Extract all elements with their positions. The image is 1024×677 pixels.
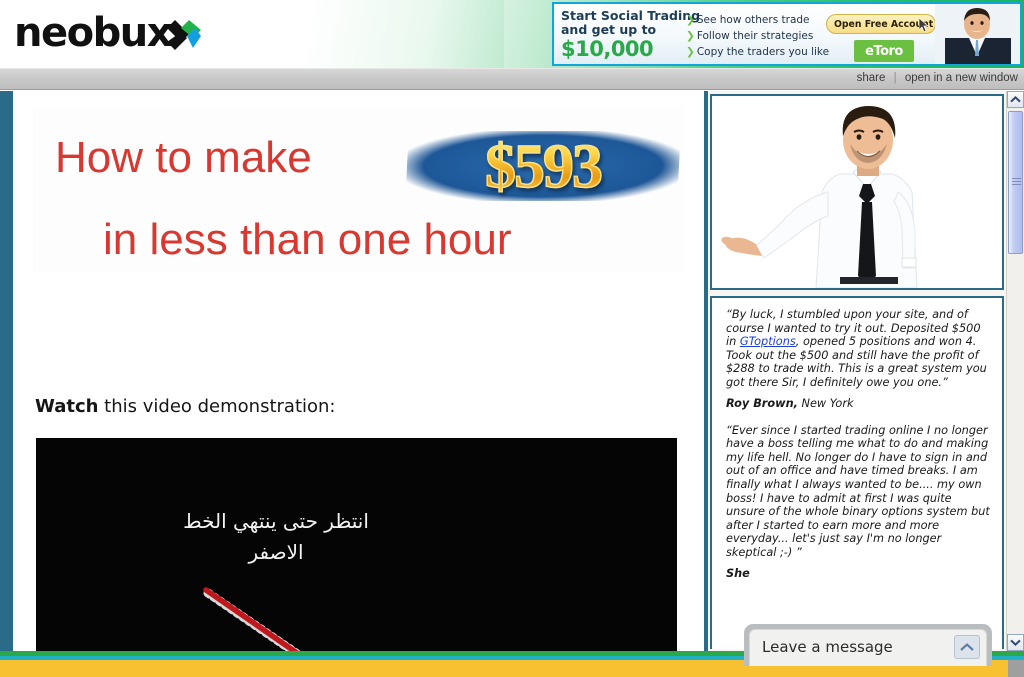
video-player[interactable]: انتظر حتى ينتهي الخط الاصفر [36, 438, 677, 677]
banner-bullet: ❯ Follow their strategies [686, 28, 834, 44]
chevron-right-icon: ❯ [686, 46, 695, 58]
share-link[interactable]: share [857, 72, 886, 84]
testimonials-frame: “By luck, I stumbled upon your site, and… [710, 296, 1004, 649]
chat-widget-bar[interactable]: Leave a message [749, 629, 987, 666]
scrollbar-thumb[interactable] [1008, 111, 1023, 254]
hero-image-frame [710, 94, 1004, 290]
page-root: neobux Start Social Trading and get up t… [0, 0, 1024, 677]
chat-widget[interactable]: Leave a message [744, 624, 992, 666]
banner-bullet: ❯ See how others trade [686, 12, 834, 28]
banner-bullet-label: Copy the traders you like [696, 46, 830, 58]
vertical-scrollbar[interactable] [1006, 91, 1024, 651]
open-free-account-button[interactable]: Open Free Account [826, 14, 936, 34]
banner-bullet-label: See how others trade [696, 14, 810, 26]
chevron-up-icon [960, 642, 974, 651]
bottom-right-corner [1008, 660, 1024, 677]
scroll-down-button[interactable] [1007, 634, 1024, 651]
share-separator: | [893, 72, 897, 84]
chevron-right-icon: ❯ [686, 30, 695, 42]
author-name: Roy Brown, [726, 396, 798, 410]
share-links: share | open in a new window [857, 72, 1018, 84]
testimonial-author: She [726, 567, 990, 581]
share-toolbar: share | open in a new window [0, 68, 1024, 90]
sidebar-column: “By luck, I stumbled upon your site, and… [708, 91, 1006, 651]
main-content-column: How to make $593 in less than one hour W… [13, 91, 704, 677]
mouse-cursor-icon [919, 18, 929, 32]
author-name: She [726, 566, 750, 580]
banner-bullet-label: Follow their strategies [696, 30, 814, 42]
banner-model-photo [935, 4, 1020, 64]
watch-bold-word: Watch [35, 396, 99, 417]
testimonial-author: Roy Brown, New York [726, 397, 990, 411]
testimonial-list: “By luck, I stumbled upon your site, and… [712, 298, 1002, 581]
headline-block: How to make $593 in less than one hour [33, 107, 683, 272]
watch-rest-text: this video demonstration: [98, 396, 336, 417]
headline-line-1: How to make [55, 133, 312, 182]
banner-headline: Start Social Trading and get up to [561, 8, 701, 37]
headline-amount-graphic: $593 [401, 121, 686, 211]
chevron-up-icon [1010, 96, 1021, 103]
etoro-logo: eToro [854, 40, 914, 62]
neobux-logo[interactable]: neobux [14, 11, 173, 55]
chat-label: Leave a message [762, 638, 893, 656]
scroll-up-button[interactable] [1007, 91, 1024, 108]
grip-lines-icon [1012, 178, 1021, 185]
neobux-x-icon [167, 20, 201, 50]
banner-amount: $10,000 [561, 37, 654, 61]
testimonial-quote: “Ever since I started trading online I n… [726, 423, 990, 559]
headline-line-2: in less than one hour [103, 215, 512, 264]
headline-amount-text: $593 [413, 125, 673, 209]
watch-instruction: Watch this video demonstration: [35, 396, 336, 417]
presenting-businessman-photo [712, 96, 1002, 288]
red-arrow-down-right-icon [203, 587, 340, 677]
banner-bullet: ❯ Copy the traders you like [686, 44, 834, 60]
page-body: How to make $593 in less than one hour W… [0, 91, 1024, 677]
open-new-window-link[interactable]: open in a new window [905, 72, 1018, 84]
testimonial-quote: “By luck, I stumbled upon your site, and… [726, 308, 990, 390]
banner-bullet-list: ❯ See how others trade ❯ Follow their stra… [686, 12, 834, 60]
gtoptions-link[interactable]: GToptions [740, 335, 796, 348]
chevron-right-icon: ❯ [686, 14, 695, 26]
chat-expand-button[interactable] [954, 635, 980, 659]
author-location: New York [797, 396, 854, 410]
etoro-ad-banner[interactable]: Start Social Trading and get up to $10,0… [552, 2, 1022, 66]
chevron-down-icon [1010, 639, 1021, 646]
